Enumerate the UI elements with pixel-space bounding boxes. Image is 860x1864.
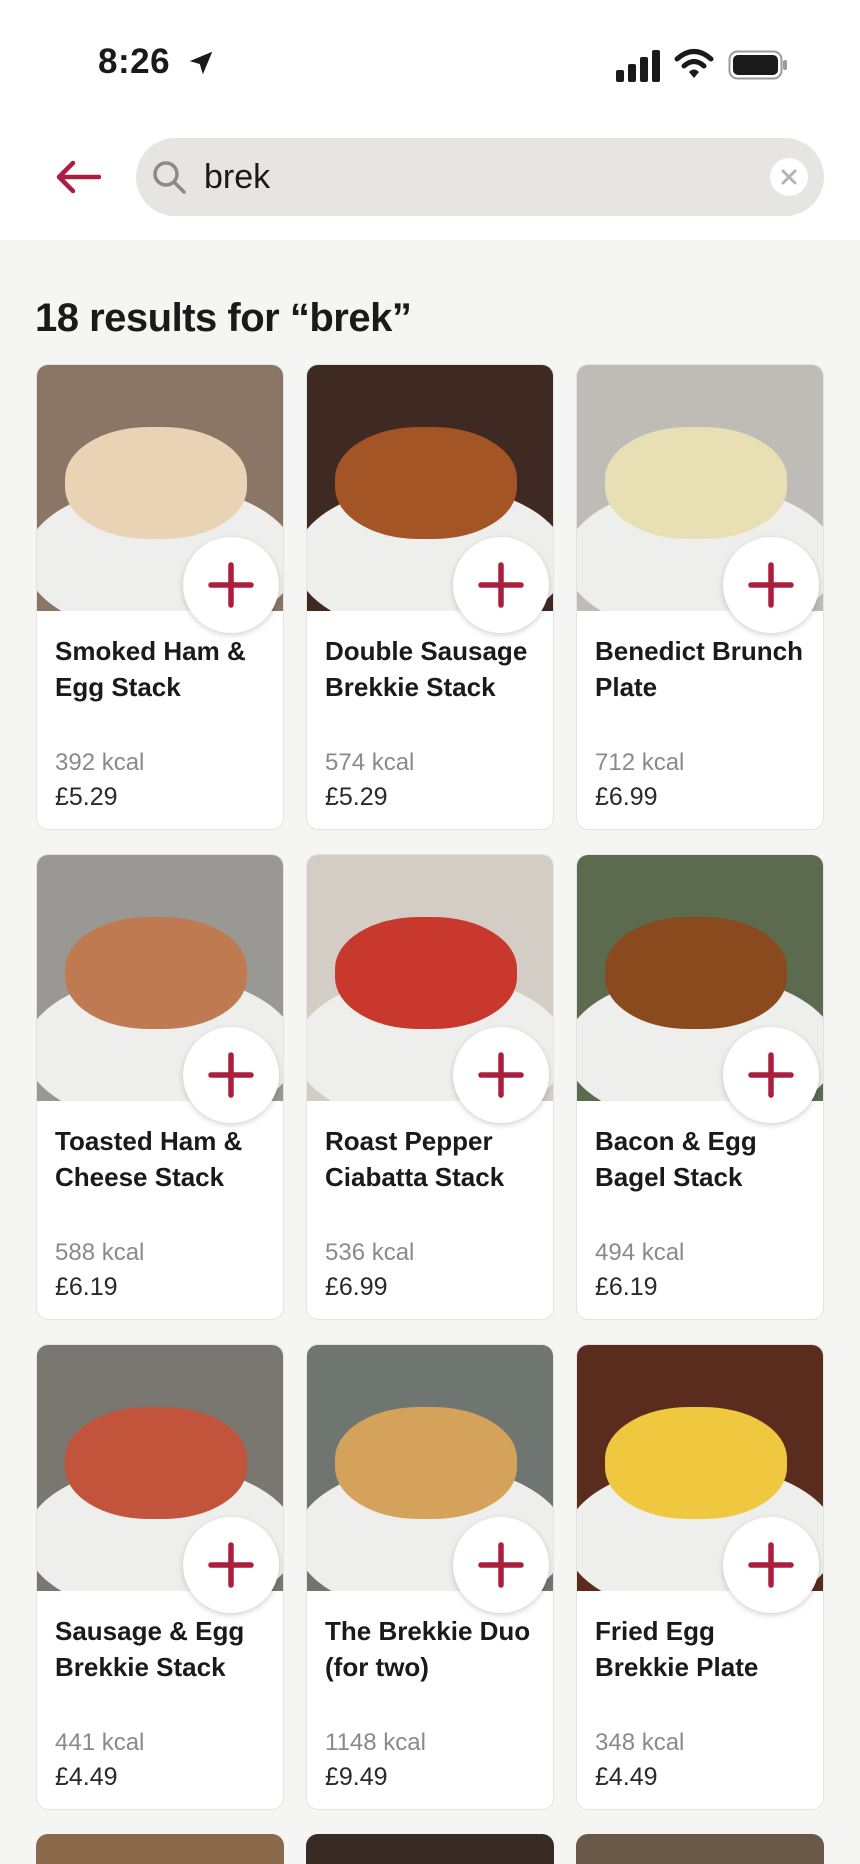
- clear-search-button[interactable]: [770, 158, 808, 196]
- food-shape: [335, 917, 517, 1029]
- add-to-basket-button[interactable]: [183, 537, 279, 633]
- product-price: £4.49: [595, 1763, 658, 1791]
- food-shape: [605, 917, 787, 1029]
- status-bar: 8:26: [0, 0, 860, 120]
- product-card[interactable]: Double Sausage Brekkie Stack 574 kcal £5…: [306, 364, 554, 830]
- add-to-basket-button[interactable]: [453, 537, 549, 633]
- product-kcal: 348 kcal: [595, 1729, 685, 1756]
- location-arrow-icon: [189, 51, 213, 75]
- food-shape: [65, 427, 247, 539]
- product-name: Fried Egg Brekkie Plate: [595, 1616, 759, 1682]
- add-to-basket-button[interactable]: [183, 1027, 279, 1123]
- wifi-icon: [674, 49, 714, 78]
- food-shape: [605, 1407, 787, 1519]
- add-to-basket-button[interactable]: [453, 1027, 549, 1123]
- product-kcal: 441 kcal: [55, 1729, 145, 1756]
- product-price: £6.99: [595, 783, 658, 811]
- product-card[interactable]: Benedict Brunch Plate 712 kcal £6.99: [576, 364, 824, 830]
- product-name: Roast Pepper Ciabatta Stack: [325, 1126, 505, 1192]
- add-to-basket-button[interactable]: [183, 1517, 279, 1613]
- product-price: £5.29: [325, 783, 388, 811]
- add-to-basket-button[interactable]: [723, 537, 819, 633]
- product-card[interactable]: Sausage & Egg Brekkie Stack 441 kcal £4.…: [36, 1344, 284, 1810]
- add-to-basket-button[interactable]: [453, 1517, 549, 1613]
- product-price: £9.49: [325, 1763, 388, 1791]
- food-shape: [335, 1407, 517, 1519]
- plus-icon: [478, 1052, 524, 1098]
- product-name: Bacon & Egg Bagel Stack: [595, 1126, 757, 1192]
- food-shape: [605, 427, 787, 539]
- close-icon: [781, 169, 797, 185]
- product-kcal: 392 kcal: [55, 749, 145, 776]
- product-price: £5.29: [55, 783, 118, 811]
- plus-icon: [748, 1542, 794, 1588]
- product-kcal: 536 kcal: [325, 1239, 415, 1266]
- product-kcal: 1148 kcal: [325, 1729, 426, 1756]
- product-price: £4.49: [55, 1763, 118, 1791]
- add-to-basket-button[interactable]: [723, 1517, 819, 1613]
- product-price: £6.99: [325, 1273, 388, 1301]
- product-card[interactable]: Smoked Ham & Egg Stack 392 kcal £5.29: [36, 364, 284, 830]
- product-name: Smoked Ham & Egg Stack: [55, 636, 246, 702]
- status-time: 8:26: [98, 42, 171, 81]
- plus-icon: [208, 1052, 254, 1098]
- product-name: Sausage & Egg Brekkie Stack: [55, 1616, 245, 1682]
- header: 8:26: [0, 0, 860, 240]
- food-shape: [65, 917, 247, 1029]
- plus-icon: [748, 1052, 794, 1098]
- product-card[interactable]: Toasted Ham & Cheese Stack 588 kcal £6.1…: [36, 854, 284, 1320]
- arrow-left-icon: [56, 160, 101, 194]
- product-kcal: 574 kcal: [325, 749, 415, 776]
- product-name: Toasted Ham & Cheese Stack: [55, 1126, 243, 1192]
- results-heading: 18 results for “brek”: [35, 296, 412, 340]
- back-button[interactable]: [50, 152, 106, 202]
- product-card[interactable]: Roast Pepper Ciabatta Stack 536 kcal £6.…: [306, 854, 554, 1320]
- product-kcal: 712 kcal: [595, 749, 685, 776]
- cellular-signal-icon: [616, 50, 660, 82]
- plus-icon: [748, 562, 794, 608]
- product-kcal: 588 kcal: [55, 1239, 145, 1266]
- plus-icon: [208, 1542, 254, 1588]
- search-icon: [153, 161, 186, 194]
- product-name: The Brekkie Duo (for two): [325, 1616, 531, 1682]
- plus-icon: [208, 562, 254, 608]
- product-name: Double Sausage Brekkie Stack: [325, 636, 528, 702]
- food-shape: [335, 427, 517, 539]
- product-price: £6.19: [55, 1273, 118, 1301]
- add-to-basket-button[interactable]: [723, 1027, 819, 1123]
- product-card-peek[interactable]: [576, 1834, 824, 1864]
- product-grid: Smoked Ham & Egg Stack 392 kcal £5.29 Do…: [36, 364, 824, 1810]
- battery-icon: [728, 50, 787, 80]
- food-shape: [65, 1407, 247, 1519]
- product-card[interactable]: The Brekkie Duo (for two) 1148 kcal £9.4…: [306, 1344, 554, 1810]
- product-price: £6.19: [595, 1273, 658, 1301]
- product-card[interactable]: Fried Egg Brekkie Plate 348 kcal £4.49: [576, 1344, 824, 1810]
- product-card[interactable]: Bacon & Egg Bagel Stack 494 kcal £6.19: [576, 854, 824, 1320]
- search-bar[interactable]: [136, 138, 824, 216]
- product-name: Benedict Brunch Plate: [595, 636, 804, 702]
- search-input[interactable]: [204, 150, 724, 204]
- product-card-peek[interactable]: [306, 1834, 554, 1864]
- product-kcal: 494 kcal: [595, 1239, 685, 1266]
- plus-icon: [478, 562, 524, 608]
- product-card-peek[interactable]: [36, 1834, 284, 1864]
- plus-icon: [478, 1542, 524, 1588]
